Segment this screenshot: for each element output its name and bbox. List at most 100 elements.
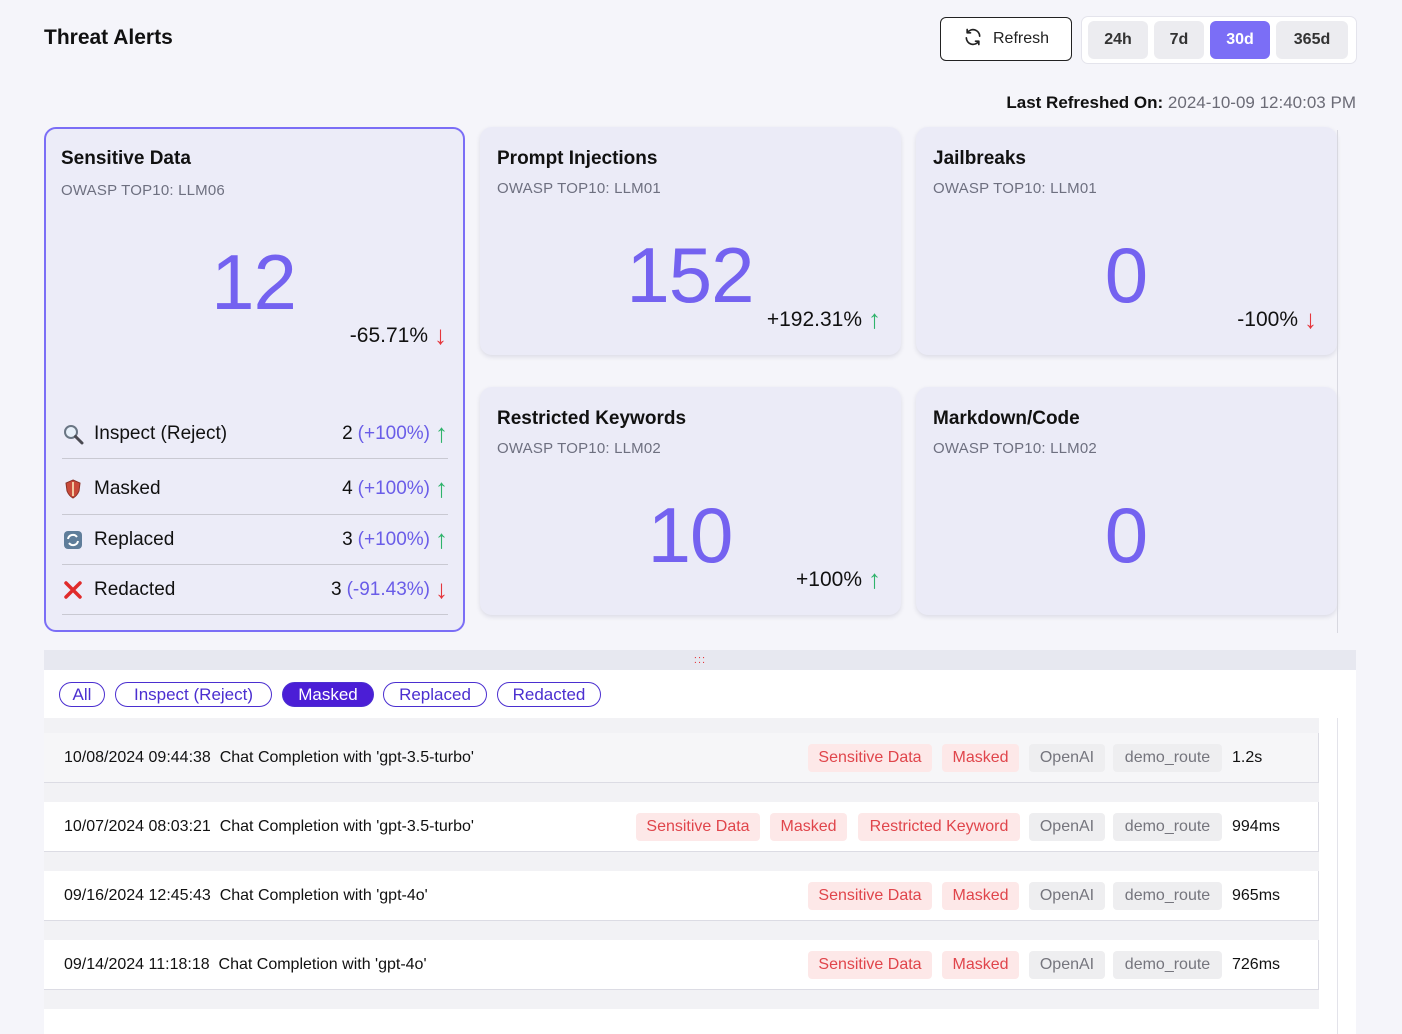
card-subtitle: OWASP TOP10: LLM01 xyxy=(933,180,1097,197)
card-delta: +100% ↑ xyxy=(796,564,881,595)
breakdown-count: 3 xyxy=(331,578,342,600)
card-count: 10 xyxy=(647,491,734,579)
table-row[interactable]: 10/08/2024 09:44:38 Chat Completion with… xyxy=(44,733,1319,783)
breakdown-row-redacted[interactable]: Redacted 3 (-91.43%) ↓ xyxy=(62,565,448,615)
row-latency: 726ms xyxy=(1232,955,1281,973)
last-refreshed-timestamp: 2024-10-09 12:40:03 PM xyxy=(1167,93,1356,112)
arrow-down-icon: ↓ xyxy=(434,320,447,350)
tag-route: demo_route xyxy=(1113,743,1222,772)
row-latency: 1.2s xyxy=(1232,748,1263,766)
filter-chip-inspect[interactable]: Inspect (Reject) xyxy=(115,682,272,707)
arrow-down-icon: ↓ xyxy=(1304,304,1317,334)
panel-resize-handle[interactable]: ::: xyxy=(44,650,1356,670)
delta-value: -100% xyxy=(1237,307,1298,331)
tag-provider: OpenAI xyxy=(1029,812,1105,841)
magnifier-icon xyxy=(62,423,88,445)
breakdown-label: Replaced xyxy=(94,528,175,550)
card-markdown-code[interactable]: Markdown/Code OWASP TOP10: LLM02 0 xyxy=(916,387,1337,615)
row-spacer xyxy=(44,990,1319,1009)
shield-icon xyxy=(62,478,88,500)
row-description: Chat Completion with 'gpt-4o' xyxy=(219,886,428,904)
tag-masked: Masked xyxy=(770,812,847,841)
row-title: 09/16/2024 12:45:43 Chat Completion with… xyxy=(64,887,428,905)
card-count: 0 xyxy=(1104,491,1148,579)
tag-provider: OpenAI xyxy=(1029,950,1105,979)
breakdown-count: 2 xyxy=(342,422,353,444)
filter-chip-masked[interactable]: Masked xyxy=(282,682,374,707)
refresh-button[interactable]: Refresh xyxy=(940,17,1072,61)
row-description: Chat Completion with 'gpt-3.5-turbo' xyxy=(219,817,474,835)
range-7d-button[interactable]: 7d xyxy=(1154,21,1204,59)
arrow-down-icon: ↓ xyxy=(435,574,448,604)
list-scrollbar[interactable] xyxy=(1337,718,1356,1034)
breakdown-label: Masked xyxy=(94,477,161,499)
card-subtitle: OWASP TOP10: LLM06 xyxy=(61,182,225,199)
tag-sensitive-data: Sensitive Data xyxy=(636,812,760,841)
breakdown-value: 3 (+100%) ↑ xyxy=(342,524,448,555)
arrow-up-icon: ↑ xyxy=(435,418,448,448)
filter-chip-all[interactable]: All xyxy=(59,682,105,707)
row-description: Chat Completion with 'gpt-4o' xyxy=(218,955,427,973)
cards-scrollbar-track xyxy=(1337,130,1338,633)
breakdown-pct: (+100%) xyxy=(357,477,430,499)
breakdown-row-inspect[interactable]: Inspect (Reject) 2 (+100%) ↑ xyxy=(62,409,448,459)
card-delta: -65.71% ↓ xyxy=(350,320,447,351)
tag-masked: Masked xyxy=(942,881,1019,910)
card-delta: +192.31% ↑ xyxy=(767,304,881,335)
table-row[interactable]: 09/16/2024 12:45:43 Chat Completion with… xyxy=(44,871,1319,921)
breakdown-label: Inspect (Reject) xyxy=(94,422,228,444)
card-jailbreaks[interactable]: Jailbreaks OWASP TOP10: LLM01 0 -100% ↓ xyxy=(916,127,1337,355)
arrow-up-icon: ↑ xyxy=(435,473,448,503)
refresh-label: Refresh xyxy=(992,30,1050,47)
last-refreshed: Last Refreshed On: 2024-10-09 12:40:03 P… xyxy=(1006,93,1356,113)
tag-provider: OpenAI xyxy=(1029,881,1105,910)
row-title: 10/08/2024 09:44:38 Chat Completion with… xyxy=(64,749,474,767)
card-title: Restricted Keywords xyxy=(497,408,687,429)
tag-restricted-keyword: Restricted Keyword xyxy=(858,812,1020,841)
card-count: 0 xyxy=(1104,231,1148,319)
replace-icon xyxy=(62,529,88,551)
card-delta: -100% ↓ xyxy=(1237,304,1317,335)
tag-sensitive-data: Sensitive Data xyxy=(808,881,932,910)
row-timestamp: 10/08/2024 09:44:38 xyxy=(64,748,211,766)
row-timestamp: 10/07/2024 08:03:21 xyxy=(64,817,211,835)
card-title: Sensitive Data xyxy=(61,148,191,169)
row-spacer xyxy=(44,852,1319,871)
card-count: 152 xyxy=(626,231,754,319)
breakdown-row-masked[interactable]: Masked 4 (+100%) ↑ xyxy=(62,463,448,515)
tag-route: demo_route xyxy=(1113,881,1222,910)
row-description: Chat Completion with 'gpt-3.5-turbo' xyxy=(219,748,474,766)
row-timestamp: 09/14/2024 11:18:18 xyxy=(64,955,210,973)
table-row[interactable]: 09/14/2024 11:18:18 Chat Completion with… xyxy=(44,940,1319,990)
range-24h-button[interactable]: 24h xyxy=(1088,21,1148,59)
arrow-up-icon: ↑ xyxy=(868,304,881,334)
time-range-selector: 24h 7d 30d 365d xyxy=(1081,16,1357,64)
range-365d-button[interactable]: 365d xyxy=(1276,21,1348,59)
filter-chip-replaced[interactable]: Replaced xyxy=(383,682,487,707)
filter-chip-redacted[interactable]: Redacted xyxy=(497,682,601,707)
breakdown-row-replaced[interactable]: Replaced 3 (+100%) ↑ xyxy=(62,515,448,565)
card-prompt-injections[interactable]: Prompt Injections OWASP TOP10: LLM01 152… xyxy=(480,127,901,355)
range-30d-button[interactable]: 30d xyxy=(1210,21,1270,59)
card-title: Prompt Injections xyxy=(497,148,658,169)
card-title: Markdown/Code xyxy=(933,408,1080,429)
drag-handle-icon: ::: xyxy=(693,654,707,666)
tag-route: demo_route xyxy=(1113,950,1222,979)
card-sensitive-data[interactable]: Sensitive Data OWASP TOP10: LLM06 12 -65… xyxy=(44,127,465,632)
cross-icon xyxy=(62,579,88,601)
tag-masked: Masked xyxy=(942,743,1019,772)
card-restricted-keywords[interactable]: Restricted Keywords OWASP TOP10: LLM02 1… xyxy=(480,387,901,615)
breakdown-value: 4 (+100%) ↑ xyxy=(342,473,448,504)
refresh-icon xyxy=(963,27,983,52)
arrow-up-icon: ↑ xyxy=(868,564,881,594)
tag-provider: OpenAI xyxy=(1029,743,1105,772)
tag-sensitive-data: Sensitive Data xyxy=(808,743,932,772)
table-row[interactable]: 10/07/2024 08:03:21 Chat Completion with… xyxy=(44,802,1319,852)
delta-value: +192.31% xyxy=(766,307,862,331)
card-count: 12 xyxy=(211,238,297,326)
breakdown-pct: (+100%) xyxy=(357,422,430,444)
last-refreshed-label: Last Refreshed On: xyxy=(1006,93,1164,112)
card-title: Jailbreaks xyxy=(933,148,1026,169)
card-subtitle: OWASP TOP10: LLM01 xyxy=(497,180,661,197)
row-title: 09/14/2024 11:18:18 Chat Completion with… xyxy=(64,956,427,974)
